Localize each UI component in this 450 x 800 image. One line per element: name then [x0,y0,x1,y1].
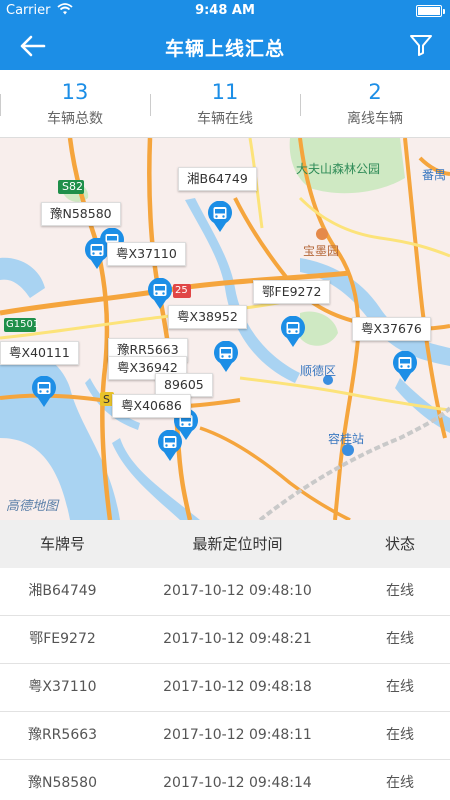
vehicle-tag[interactable]: 粤X37110 [107,242,186,266]
place-label: 容桂站 [328,432,365,446]
clock: 9:48 AM [195,3,255,18]
filter-button[interactable] [408,32,434,58]
cell-plate: 鄂FE9272 [29,631,96,647]
cell-time: 2017-10-12 09:48:21 [163,631,312,647]
stat-offline-value: 2 [368,80,382,104]
cell-plate: 豫RR5663 [27,727,98,743]
map-watermark: 高德地图 [6,499,59,514]
place-label: 大夫山森林公园 [296,162,381,176]
battery-tip [443,9,445,14]
vehicle-tag[interactable]: 粤X40686 [112,394,191,418]
bus-marker[interactable] [157,430,183,462]
place-label: 番禺 [422,168,447,182]
table-header: 车牌号 最新定位时间 状态 [0,520,450,568]
bus-icon [208,201,232,232]
bus-marker[interactable] [213,341,239,373]
expressway [147,138,193,520]
vehicle-tag[interactable]: 粤X40111 [0,341,79,365]
vehicle-tag[interactable]: 粤X38952 [168,305,247,329]
railway [258,406,450,520]
cell-status: 在线 [386,679,414,695]
app-root: Carrier 9:48 AM 车辆上线汇总 13 车辆总数 11 车辆在线 2… [0,0,450,800]
place-label: 宝墨园 [303,244,340,258]
stat-offline-label: 离线车辆 [347,111,403,127]
page-title: 车辆上线汇总 [164,38,285,60]
cell-plate: 湘B64749 [28,583,97,599]
cell-time: 2017-10-12 09:48:14 [163,775,312,791]
bus-marker[interactable] [280,316,306,348]
bus-icon [32,376,56,407]
bus-marker[interactable] [31,376,57,408]
road-shield-label: G1501 [6,319,40,330]
stat-online-label: 车辆在线 [197,111,253,127]
table-row[interactable]: 鄂FE9272 2017-10-12 09:48:21 在线 [0,616,450,664]
vehicle-tag[interactable]: 鄂FE9272 [253,280,331,304]
column-header-status[interactable]: 状态 [350,520,450,568]
cell-status: 在线 [386,727,414,743]
stat-offline[interactable]: 2 离线车辆 [300,70,450,138]
cell-time: 2017-10-12 09:48:18 [163,679,312,695]
stat-total[interactable]: 13 车辆总数 [0,70,150,138]
column-header-plate[interactable]: 车牌号 [0,520,125,568]
stat-online[interactable]: 11 车辆在线 [150,70,300,138]
table-row[interactable]: 豫RR5663 2017-10-12 09:48:11 在线 [0,712,450,760]
table-row[interactable]: 豫N58580 2017-10-12 09:48:14 在线 [0,760,450,800]
place-label: 顺德区 [300,364,337,378]
stat-total-value: 13 [61,80,89,104]
bus-marker[interactable] [392,351,418,383]
bus-icon [214,341,238,372]
cell-status: 在线 [386,775,414,791]
cell-plate: 粤X37110 [28,679,97,695]
vehicle-table: 车牌号 最新定位时间 状态 湘B64749 2017-10-12 09:48:1… [0,520,450,800]
vehicle-tag[interactable]: 粤X37676 [352,317,431,341]
nav-bar: 车辆上线汇总 [0,22,450,70]
main-road [239,376,450,412]
stat-total-label: 车辆总数 [47,111,103,127]
stats-bar: 13 车辆总数 11 车辆在线 2 离线车辆 [0,70,450,138]
river-water [0,257,45,298]
cell-time: 2017-10-12 09:48:10 [163,583,312,599]
bus-icon [281,316,305,347]
status-bar: Carrier 9:48 AM [0,0,450,22]
table-row[interactable]: 湘B64749 2017-10-12 09:48:10 在线 [0,568,450,616]
map-view[interactable]: S82 G1501 S 25 大夫山森林公园 宝墨园 顺德区 容桂站 番禺 湘B… [0,138,450,520]
table-row[interactable]: 粤X37110 2017-10-12 09:48:18 在线 [0,664,450,712]
battery-icon [416,5,442,17]
stat-online-value: 11 [211,80,239,104]
road-shield-label: 25 [175,285,188,296]
cell-time: 2017-10-12 09:48:11 [163,727,312,743]
header: Carrier 9:48 AM 车辆上线汇总 [0,0,450,70]
cell-status: 在线 [386,583,414,599]
vehicle-tag[interactable]: 豫N58580 [41,202,121,226]
column-header-time[interactable]: 最新定位时间 [125,520,350,568]
bus-marker[interactable] [207,201,233,233]
poi-marker [316,228,328,240]
road-shield-label: S82 [62,180,83,193]
bus-icon [158,430,182,461]
cell-status: 在线 [386,631,414,647]
filter-icon [410,35,432,56]
road-shield-label: S [103,393,110,406]
bus-icon [393,351,417,382]
vehicle-tag[interactable]: 湘B64749 [178,167,257,191]
cell-plate: 豫N58580 [27,775,97,791]
stat-divider [0,94,1,116]
